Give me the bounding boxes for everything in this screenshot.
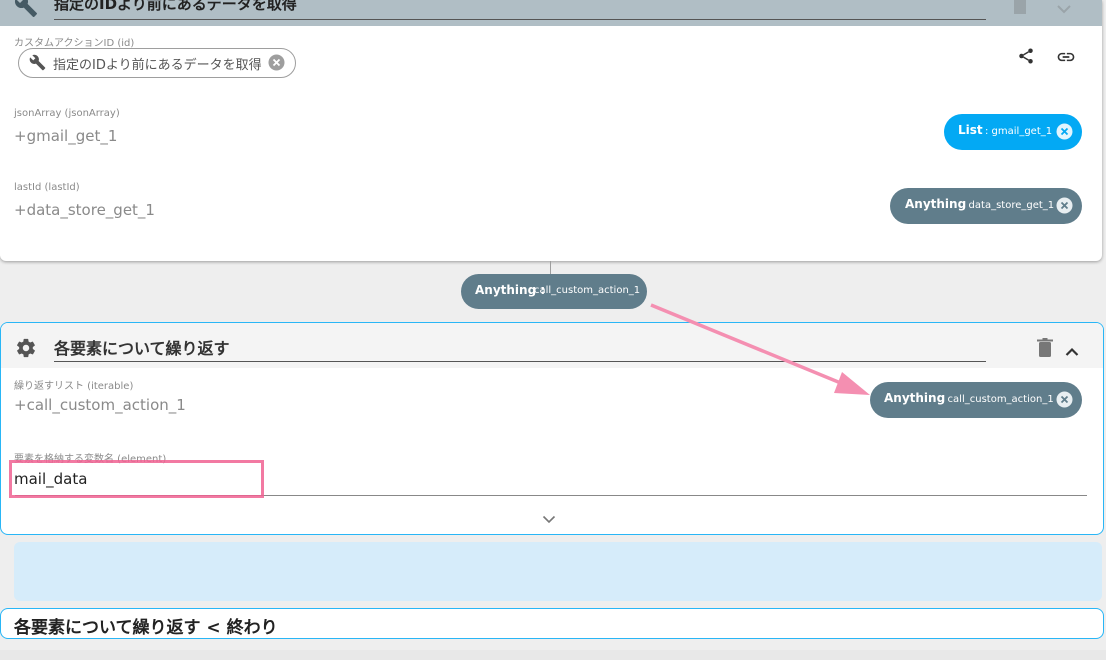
loop-body-dropzone[interactable] <box>14 542 1102 601</box>
loop-end-label: 各要素について繰り返す < 終わり <box>14 618 278 638</box>
next-block-edge <box>0 650 1106 660</box>
loop-end-block[interactable]: 各要素について繰り返す < 終わり <box>0 608 1104 639</box>
